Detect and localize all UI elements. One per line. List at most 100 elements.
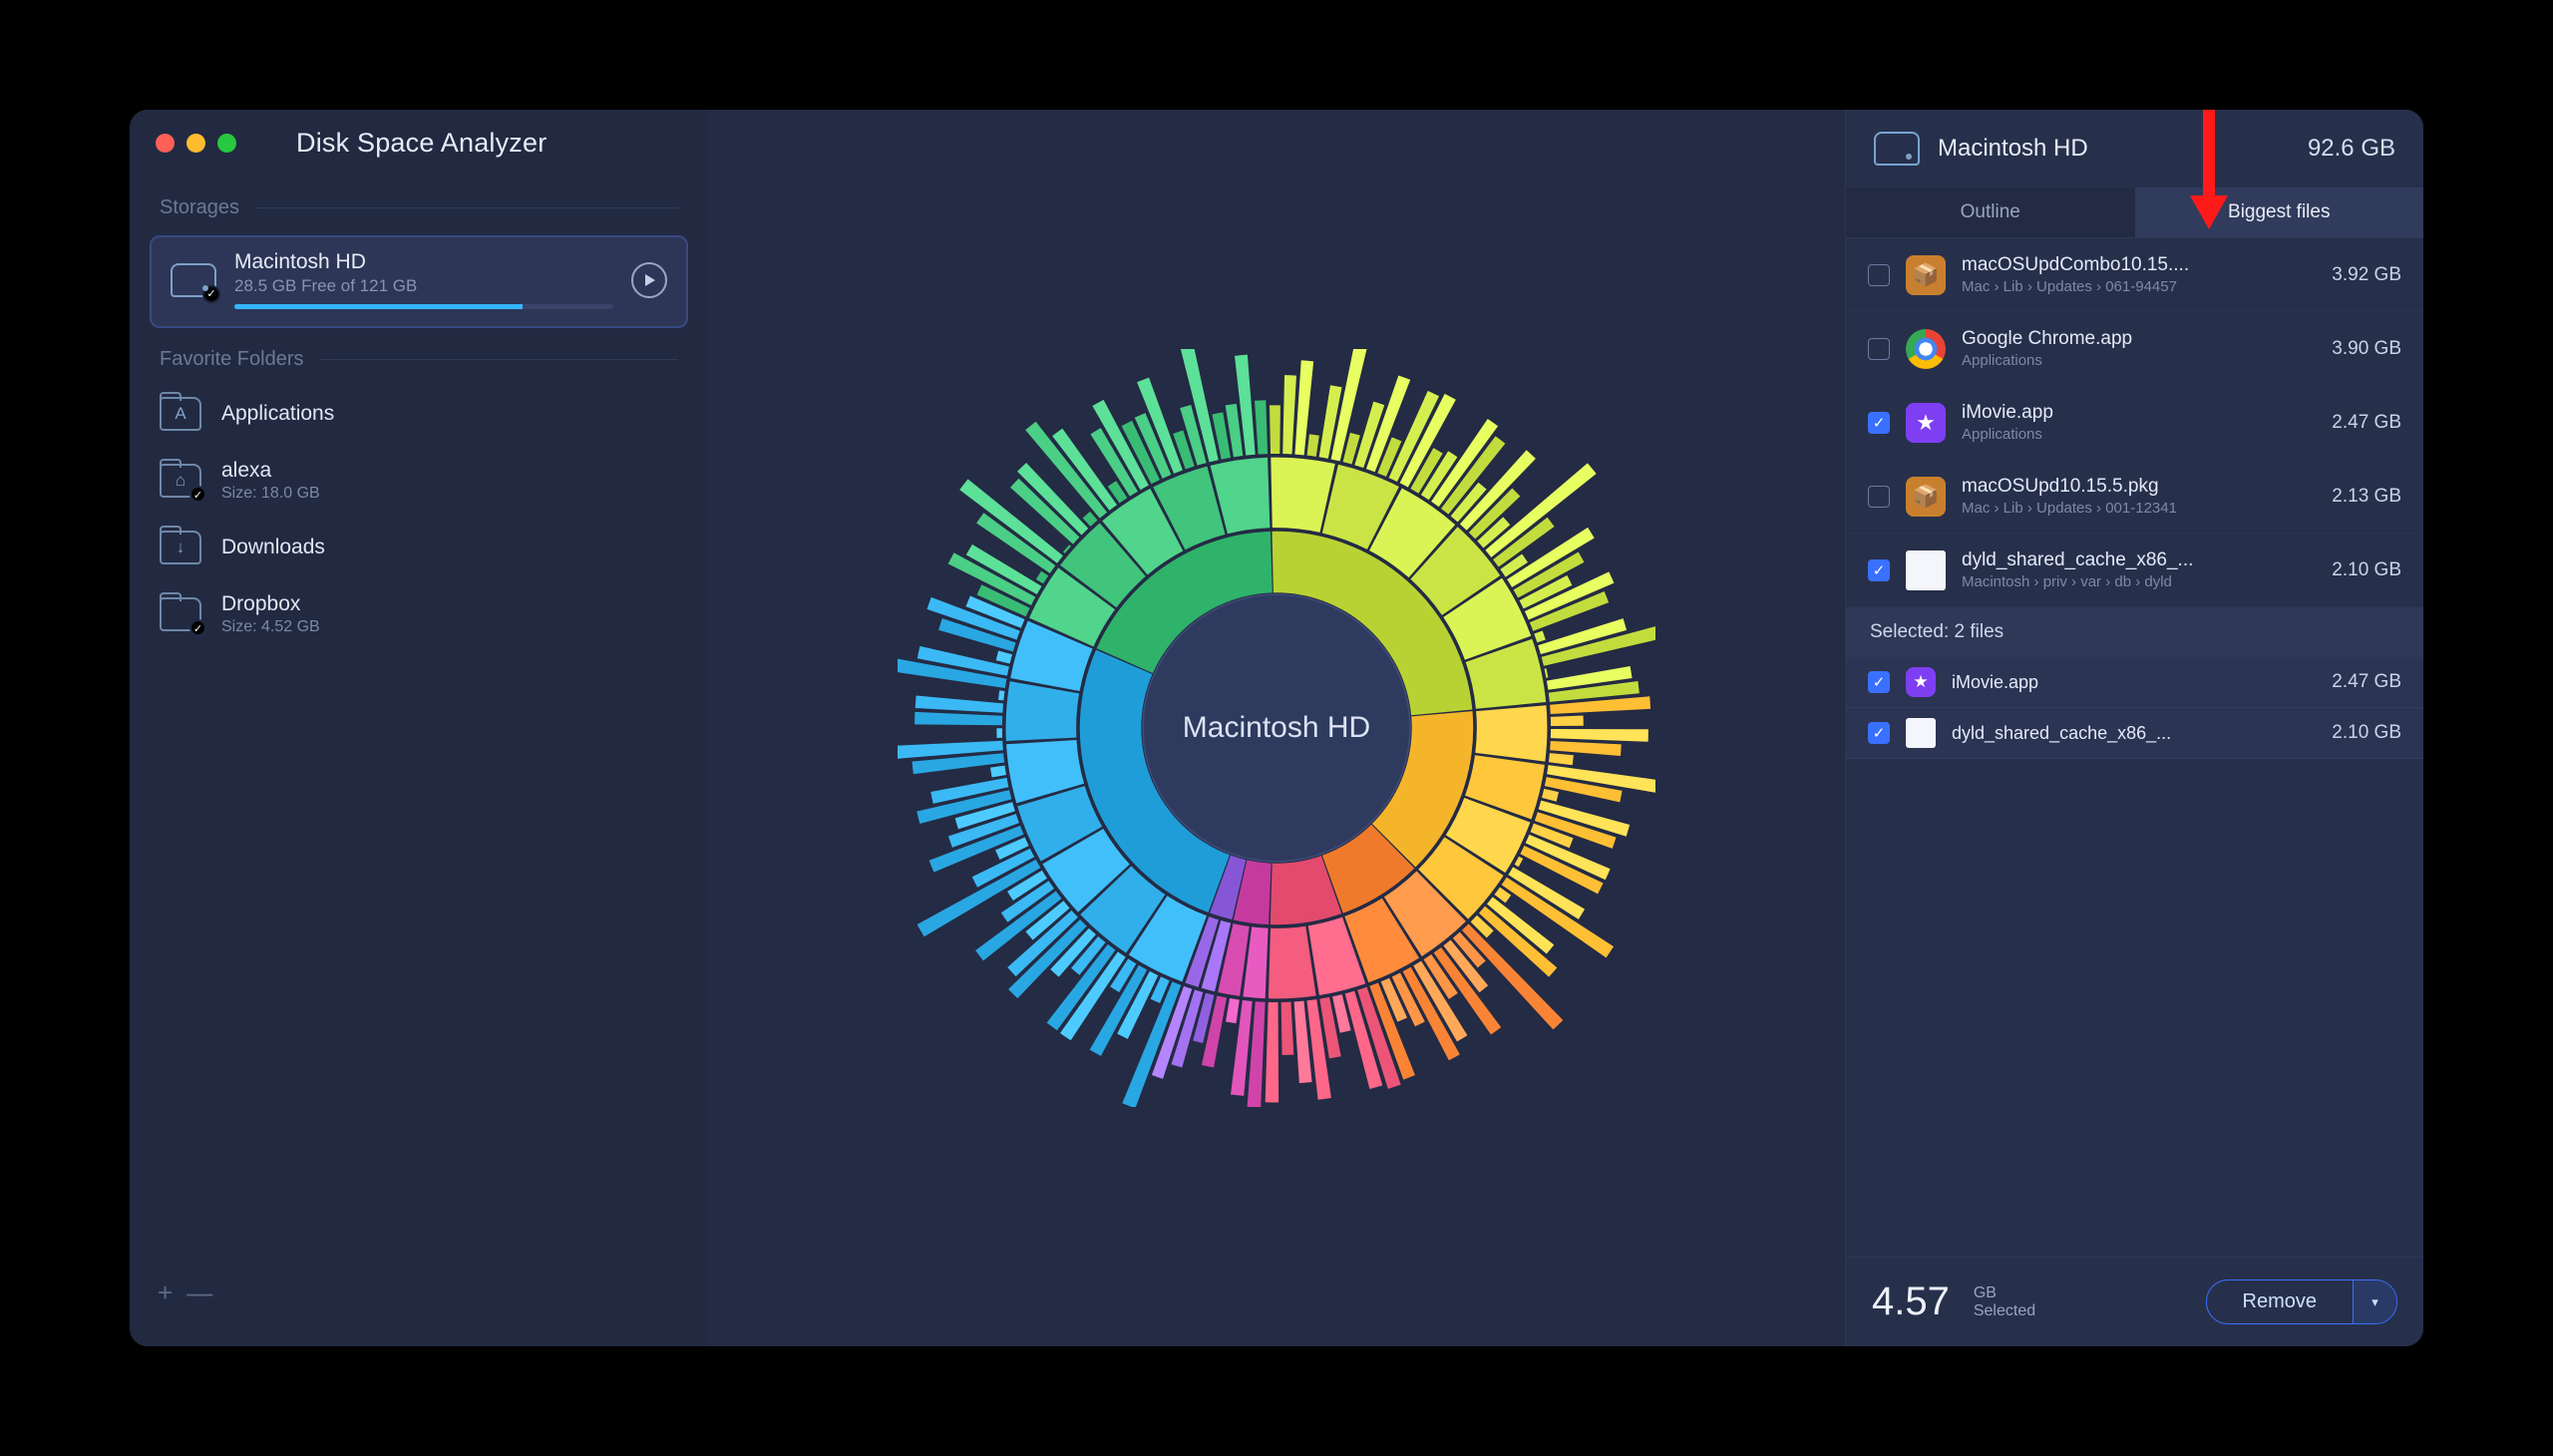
- tab-biggest-files[interactable]: Biggest files: [2135, 187, 2424, 238]
- scan-button[interactable]: [631, 262, 667, 298]
- file-path: Applications: [1962, 426, 2316, 443]
- file-name: dyld_shared_cache_x86_...: [1952, 723, 2316, 744]
- file-name: macOSUpd10.15.5.pkg: [1962, 476, 2316, 498]
- storages-caption: Storages: [130, 181, 708, 231]
- storage-name: Macintosh HD: [234, 250, 613, 274]
- file-name: iMovie.app: [1962, 402, 2316, 424]
- file-row[interactable]: 📦 macOSUpdCombo10.15.... Mac › Lib › Updat…: [1846, 238, 2423, 312]
- checkmark-badge-icon: ✓: [189, 486, 206, 503]
- tab-outline[interactable]: Outline: [1846, 187, 2135, 238]
- divider: [255, 207, 678, 208]
- favorites-caption-text: Favorite Folders: [160, 348, 304, 371]
- close-window-button[interactable]: [156, 134, 175, 153]
- file-text: Google Chrome.app Applications: [1962, 328, 2316, 369]
- storage-subtext: 28.5 GB Free of 121 GB: [234, 276, 613, 296]
- imovie-icon: ★: [1906, 403, 1946, 443]
- chart-center-label: Macintosh HD: [898, 349, 1655, 1107]
- file-checkbox[interactable]: ✓: [1868, 412, 1890, 434]
- favorite-text: alexa Size: 18.0 GB: [221, 459, 320, 503]
- favorites-list: A Applications ⌂✓ alexa Size: 18.0 GB ↓Downlo…: [130, 383, 708, 650]
- file-size: 2.47 GB: [2332, 412, 2401, 434]
- file-path: Applications: [1962, 352, 2316, 369]
- remove-favorite-button[interactable]: —: [186, 1277, 212, 1308]
- remove-button[interactable]: Remove ▾: [2206, 1279, 2397, 1324]
- file-path: Mac › Lib › Updates › 001-12341: [1962, 500, 2316, 517]
- chart-area: Macintosh HD: [708, 110, 1845, 1346]
- total-caption-text: Selected: [1974, 1302, 2035, 1320]
- favorite-label: alexa: [221, 459, 320, 483]
- details-panel: Macintosh HD 92.6 GB Outline Biggest fil…: [1845, 110, 2423, 1346]
- favorite-text: Applications: [221, 402, 334, 426]
- file-checkbox[interactable]: ✓: [1868, 671, 1890, 693]
- disk-icon: [171, 263, 216, 297]
- panel-title: Macintosh HD: [1938, 135, 2290, 163]
- favorites-caption: Favorite Folders: [130, 332, 708, 383]
- file-size: 2.10 GB: [2332, 559, 2401, 581]
- remove-button-dropdown[interactable]: ▾: [2353, 1280, 2396, 1323]
- imovie-icon: ★: [1906, 667, 1936, 697]
- file-path: Macintosh › priv › var › db › dyld: [1962, 573, 2316, 590]
- file-row[interactable]: 📦 macOSUpd10.15.5.pkg Mac › Lib › Updates …: [1846, 460, 2423, 534]
- total-size-value: 4.57: [1872, 1279, 1950, 1324]
- panel-footer: 4.57 GB Selected Remove ▾: [1846, 1257, 2423, 1346]
- file-name: iMovie.app: [1952, 672, 2316, 693]
- file-checkbox[interactable]: ✓: [1868, 559, 1890, 581]
- file-text: macOSUpd10.15.5.pkg Mac › Lib › Updates ›…: [1962, 476, 2316, 517]
- panel-size: 92.6 GB: [2308, 135, 2395, 163]
- file-checkbox[interactable]: [1868, 486, 1890, 508]
- file-size: 3.90 GB: [2332, 338, 2401, 360]
- file-row[interactable]: Google Chrome.app Applications 3.90 GB: [1846, 312, 2423, 386]
- app-title: Disk Space Analyzer: [296, 128, 547, 159]
- disk-icon: [1874, 132, 1920, 166]
- divider: [320, 359, 679, 360]
- file-name: macOSUpdCombo10.15....: [1962, 254, 2316, 276]
- favorite-item-alexa[interactable]: ⌂✓ alexa Size: 18.0 GB: [130, 445, 708, 517]
- file-text: iMovie.app Applications: [1962, 402, 2316, 443]
- folder-icon: A: [160, 397, 201, 431]
- favorite-subtext: Size: 4.52 GB: [221, 618, 320, 636]
- package-icon: 📦: [1906, 255, 1946, 295]
- favorite-item-applications[interactable]: A Applications: [130, 383, 708, 445]
- folder-icon: ✓: [160, 597, 201, 631]
- checkmark-badge-icon: ✓: [189, 619, 206, 636]
- file-checkbox[interactable]: [1868, 264, 1890, 286]
- storages-caption-text: Storages: [160, 196, 239, 219]
- favorite-label: Applications: [221, 402, 334, 426]
- file-size: 2.13 GB: [2332, 486, 2401, 508]
- file-text: dyld_shared_cache_x86_... Macintosh › pri…: [1962, 549, 2316, 590]
- selected-row[interactable]: ✓ dyld_shared_cache_x86_... 2.10 GB: [1846, 708, 2423, 759]
- folder-icon: ⌂✓: [160, 464, 201, 498]
- selected-list: ✓★iMovie.app2.47 GB✓dyld_shared_cache_x8…: [1846, 657, 2423, 759]
- file-size: 2.10 GB: [2332, 722, 2401, 744]
- file-row[interactable]: ✓ ★ iMovie.app Applications 2.47 GB: [1846, 386, 2423, 460]
- file-row[interactable]: ✓ dyld_shared_cache_x86_... Macintosh › pr…: [1846, 534, 2423, 607]
- add-favorite-button[interactable]: +: [158, 1277, 173, 1308]
- file-path: Mac › Lib › Updates › 061-94457: [1962, 278, 2316, 295]
- storage-info: Macintosh HD 28.5 GB Free of 121 GB: [234, 250, 613, 309]
- sidebar: Disk Space Analyzer Storages Macintosh H…: [130, 110, 708, 1346]
- panel-tabs: Outline Biggest files: [1846, 187, 2423, 238]
- file-name: Google Chrome.app: [1962, 328, 2316, 350]
- file-list: 📦 macOSUpdCombo10.15.... Mac › Lib › Updat…: [1846, 238, 2423, 607]
- selected-header: Selected: 2 files: [1846, 607, 2423, 657]
- panel-header: Macintosh HD 92.6 GB: [1846, 110, 2423, 187]
- storage-card-macintosh-hd[interactable]: Macintosh HD 28.5 GB Free of 121 GB: [150, 235, 688, 328]
- total-unit-text: GB: [1974, 1284, 2035, 1302]
- favorite-item-dropbox[interactable]: ✓DropboxSize: 4.52 GB: [130, 578, 708, 650]
- file-size: 3.92 GB: [2332, 264, 2401, 286]
- package-icon: 📦: [1906, 477, 1946, 517]
- total-size-unit: GB Selected: [1974, 1284, 2035, 1320]
- favorite-subtext: Size: 18.0 GB: [221, 485, 320, 503]
- favorite-item-downloads[interactable]: ↓Downloads: [130, 517, 708, 578]
- file-checkbox[interactable]: [1868, 338, 1890, 360]
- document-icon: [1906, 550, 1946, 590]
- zoom-window-button[interactable]: [217, 134, 236, 153]
- file-name: dyld_shared_cache_x86_...: [1962, 549, 2316, 571]
- file-text: macOSUpdCombo10.15.... Mac › Lib › Update…: [1962, 254, 2316, 295]
- selected-row[interactable]: ✓★iMovie.app2.47 GB: [1846, 657, 2423, 708]
- window-controls: [156, 134, 236, 153]
- remove-button-label: Remove: [2207, 1280, 2353, 1323]
- minimize-window-button[interactable]: [186, 134, 205, 153]
- sunburst-chart[interactable]: Macintosh HD: [898, 349, 1655, 1107]
- file-checkbox[interactable]: ✓: [1868, 722, 1890, 744]
